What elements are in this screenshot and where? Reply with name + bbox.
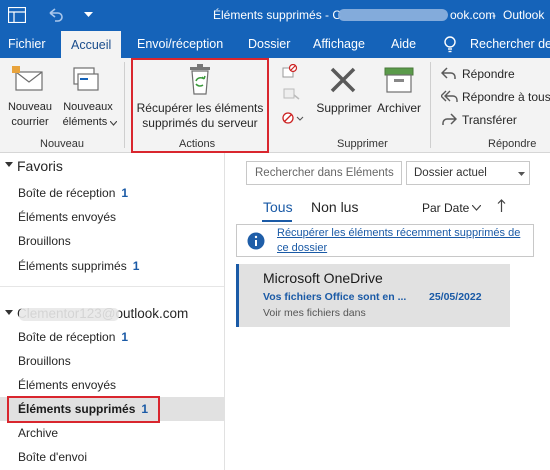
- search-scope-dropdown[interactable]: Dossier actuel: [406, 161, 530, 185]
- sort-direction-arrow-icon[interactable]: [497, 199, 506, 213]
- undo-icon[interactable]: [46, 7, 64, 23]
- sort-by-date[interactable]: Par Date: [422, 201, 469, 215]
- junk-icon[interactable]: [282, 110, 304, 126]
- active-filter-underline: [262, 220, 292, 222]
- filter-all-tab[interactable]: Tous: [263, 199, 293, 215]
- window-title-email-suffix: ook.com: [450, 8, 496, 22]
- forward-label[interactable]: Transférer: [462, 113, 517, 127]
- reply-icon[interactable]: [441, 66, 457, 80]
- search-tell-me[interactable]: Rechercher des: [470, 30, 550, 58]
- group-label-actions: Actions: [179, 138, 216, 150]
- archive-label[interactable]: Archiver: [374, 101, 424, 115]
- recover-deleted-items-label-2[interactable]: supprimés du serveur: [135, 116, 265, 130]
- account-name-redaction: [19, 308, 119, 321]
- info-icon: [247, 232, 265, 250]
- new-mail-icon[interactable]: [12, 64, 46, 96]
- collapse-chevron-icon[interactable]: [5, 310, 13, 316]
- folder-label: Éléments supprimés: [18, 259, 127, 273]
- account-inbox[interactable]: Boîte de réception 1: [18, 330, 128, 344]
- email-redaction-blur: [338, 9, 448, 21]
- new-items-label-2[interactable]: éléments: [57, 116, 113, 128]
- filter-unread-tab[interactable]: Non lus: [311, 199, 358, 215]
- favorite-inbox[interactable]: Boîte de réception 1: [18, 186, 128, 200]
- new-items-icon[interactable]: [70, 64, 104, 96]
- ribbon-separator: [124, 62, 125, 148]
- recover-info-banner[interactable]: Récupérer les éléments récemment supprim…: [236, 224, 534, 257]
- ignore-icon[interactable]: [282, 64, 298, 78]
- collapse-chevron-icon[interactable]: [5, 162, 13, 168]
- message-list-item[interactable]: Microsoft OneDrive Vos fichiers Office s…: [236, 264, 510, 327]
- ribbon-separator: [430, 62, 431, 148]
- favorite-drafts[interactable]: Brouillons: [18, 234, 71, 248]
- reply-all-label[interactable]: Répondre à tous: [462, 90, 550, 104]
- favorite-deleted-items[interactable]: Éléments supprimés 1: [18, 259, 139, 273]
- message-list-pane: Rechercher dans Éléments s Dossier actue…: [226, 153, 550, 470]
- message-date: 25/05/2022: [429, 291, 482, 303]
- folder-label: Archive: [18, 426, 59, 440]
- window-title: Éléments supprimés - C: [213, 8, 342, 22]
- tab-accueil[interactable]: Accueil: [61, 31, 122, 58]
- unread-indicator-bar: [236, 264, 239, 327]
- folder-label: Éléments envoyés: [18, 210, 117, 224]
- recycle-bin-icon[interactable]: [187, 63, 213, 95]
- deleted-items-highlight-box: [7, 396, 160, 423]
- folder-label: Brouillons: [18, 354, 71, 368]
- account-sent-items[interactable]: Éléments envoyés: [18, 378, 116, 392]
- message-subject: Vos fichiers Office sont en ...: [263, 291, 407, 303]
- tab-dossier[interactable]: Dossier: [248, 30, 290, 58]
- account-archive[interactable]: Archive: [18, 426, 58, 440]
- unread-count: 1: [121, 186, 129, 200]
- title-bar: Éléments supprimés - C ook.com - Outlook: [0, 0, 550, 30]
- quick-access-dropdown-icon[interactable]: [84, 12, 94, 18]
- new-mail-label-1[interactable]: Nouveau: [5, 101, 55, 113]
- reply-all-icon[interactable]: [441, 89, 459, 103]
- recover-deleted-items-label-1[interactable]: Récupérer les éléments: [135, 101, 265, 115]
- window-title-separator: -: [492, 8, 496, 22]
- app-name: Outlook: [503, 8, 545, 22]
- folder-label: Éléments envoyés: [18, 378, 117, 392]
- search-box[interactable]: Rechercher dans Éléments s: [246, 161, 402, 185]
- folder-pane: Favoris Boîte de réception 1 Éléments env…: [0, 153, 225, 470]
- folder-divider: [0, 286, 224, 287]
- archive-icon[interactable]: [384, 66, 414, 94]
- account-drafts[interactable]: Brouillons: [18, 354, 71, 368]
- group-label-repondre: Répondre: [488, 138, 537, 150]
- chevron-down-icon: [518, 172, 525, 176]
- chevron-down-icon[interactable]: [472, 205, 481, 211]
- folder-label: Boîte de réception: [18, 186, 116, 200]
- forward-icon[interactable]: [441, 112, 457, 126]
- account-outbox[interactable]: Boîte d'envoi: [18, 450, 87, 464]
- new-items-dropdown-icon[interactable]: [110, 121, 117, 126]
- recover-info-link-continued[interactable]: ce dossier: [277, 242, 327, 254]
- new-items-label-1[interactable]: Nouveaux: [60, 101, 116, 113]
- ribbon: Nouveau courrier Nouveaux éléments Nouve…: [0, 58, 550, 153]
- favorite-sent-items[interactable]: Éléments envoyés: [18, 210, 116, 224]
- tab-envoi-reception[interactable]: Envoi/réception: [137, 30, 223, 58]
- search-scope-value: Dossier actuel: [414, 167, 487, 179]
- outlook-app-icon[interactable]: [8, 7, 26, 23]
- delete-x-icon[interactable]: [329, 66, 357, 94]
- message-sender: Microsoft OneDrive: [263, 270, 383, 286]
- new-mail-label-2[interactable]: courrier: [5, 116, 55, 128]
- message-preview: Voir mes fichiers dans: [263, 307, 366, 319]
- group-label-nouveau: Nouveau: [40, 138, 85, 150]
- tab-affichage[interactable]: Affichage: [313, 30, 365, 58]
- favorites-header[interactable]: Favoris: [17, 158, 63, 174]
- unread-count: 1: [132, 259, 140, 273]
- lightbulb-icon: [444, 36, 456, 53]
- group-label-supprimer: Supprimer: [337, 138, 388, 150]
- ribbon-tab-bar: Fichier Accueil Envoi/réception Dossier …: [0, 30, 550, 58]
- reply-label[interactable]: Répondre: [462, 67, 515, 81]
- folder-label: Boîte d'envoi: [18, 450, 88, 464]
- unread-count: 1: [121, 330, 129, 344]
- tab-fichier[interactable]: Fichier: [8, 30, 46, 58]
- search-input[interactable]: Rechercher dans Éléments s: [255, 167, 397, 179]
- folder-label: Boîte de réception: [18, 330, 116, 344]
- clean-up-icon[interactable]: [282, 87, 302, 101]
- recover-info-link[interactable]: Récupérer les éléments récemment supprim…: [277, 227, 520, 239]
- tab-aide[interactable]: Aide: [391, 30, 416, 58]
- delete-label[interactable]: Supprimer: [316, 101, 372, 115]
- folder-label: Brouillons: [18, 234, 71, 248]
